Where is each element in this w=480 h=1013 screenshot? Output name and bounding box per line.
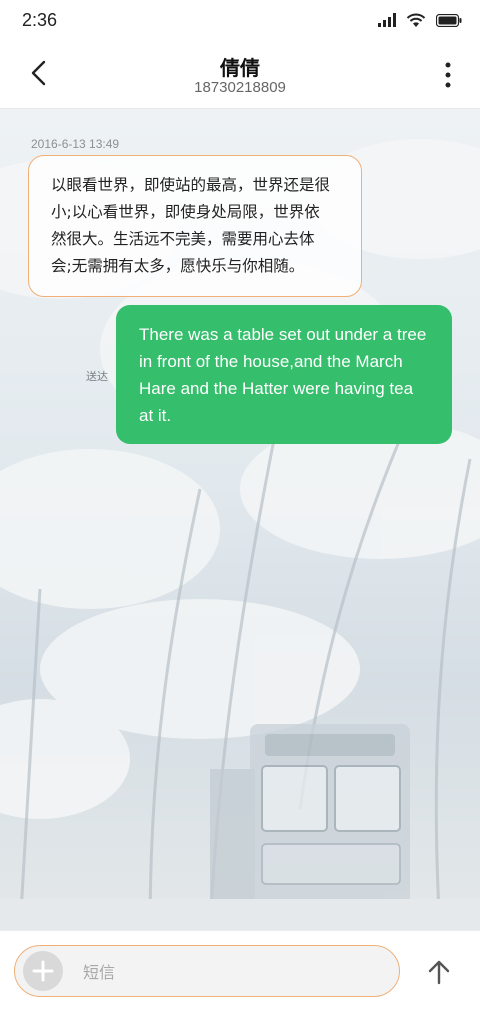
status-icons: [378, 12, 462, 28]
send-arrow-icon[interactable]: [424, 957, 454, 987]
delivery-status: 送达: [86, 370, 108, 383]
message-line: at it.: [139, 406, 172, 425]
composer-bar: [0, 930, 480, 1013]
conversation-header: 倩倩 18730218809: [0, 40, 480, 109]
message-line: 会;无需拥有太多，愿快乐与你相随。: [51, 257, 305, 275]
status-bar: 2:36: [0, 0, 480, 40]
status-time: 2:36: [22, 10, 58, 30]
wifi-icon: [406, 13, 426, 27]
message-line: in front of the house,and the March: [139, 352, 403, 371]
battery-icon: [436, 13, 462, 27]
composer-field-container: [14, 945, 400, 997]
message-line: 以眼看世界，即使站的最高，世界还是很: [51, 176, 331, 194]
outgoing-message-bubble[interactable]: There was a table set out under a tree i…: [116, 305, 452, 444]
message-line: 小;以心看世界，即使身处局限，世界依: [51, 203, 320, 221]
plus-icon: [32, 960, 54, 982]
incoming-message-bubble[interactable]: 以眼看世界，即使站的最高，世界还是很 小;以心看世界，即使身处局限，世界依 然很…: [28, 155, 362, 297]
message-line: There was a table set out under a tree: [139, 325, 427, 344]
messaging-screen: 2:36 倩倩 18730218809 2016-6-13 13:49 以眼看世…: [0, 0, 480, 1013]
contact-number: 18730218809: [194, 79, 286, 96]
message-line: Hare and the Hatter were having tea: [139, 379, 414, 398]
sms-input[interactable]: [81, 956, 385, 988]
more-vertical-icon[interactable]: [444, 62, 452, 88]
add-attachment-button[interactable]: [23, 951, 63, 991]
signal-icon: [378, 13, 396, 27]
message-list[interactable]: 2016-6-13 13:49 以眼看世界，即使站的最高，世界还是很 小;以心看…: [0, 109, 480, 930]
message-line: 然很大。生活远不完美，需要用心去体: [51, 230, 315, 248]
contact-name: 倩倩: [220, 56, 260, 80]
message-timestamp: 2016-6-13 13:49: [31, 137, 120, 151]
